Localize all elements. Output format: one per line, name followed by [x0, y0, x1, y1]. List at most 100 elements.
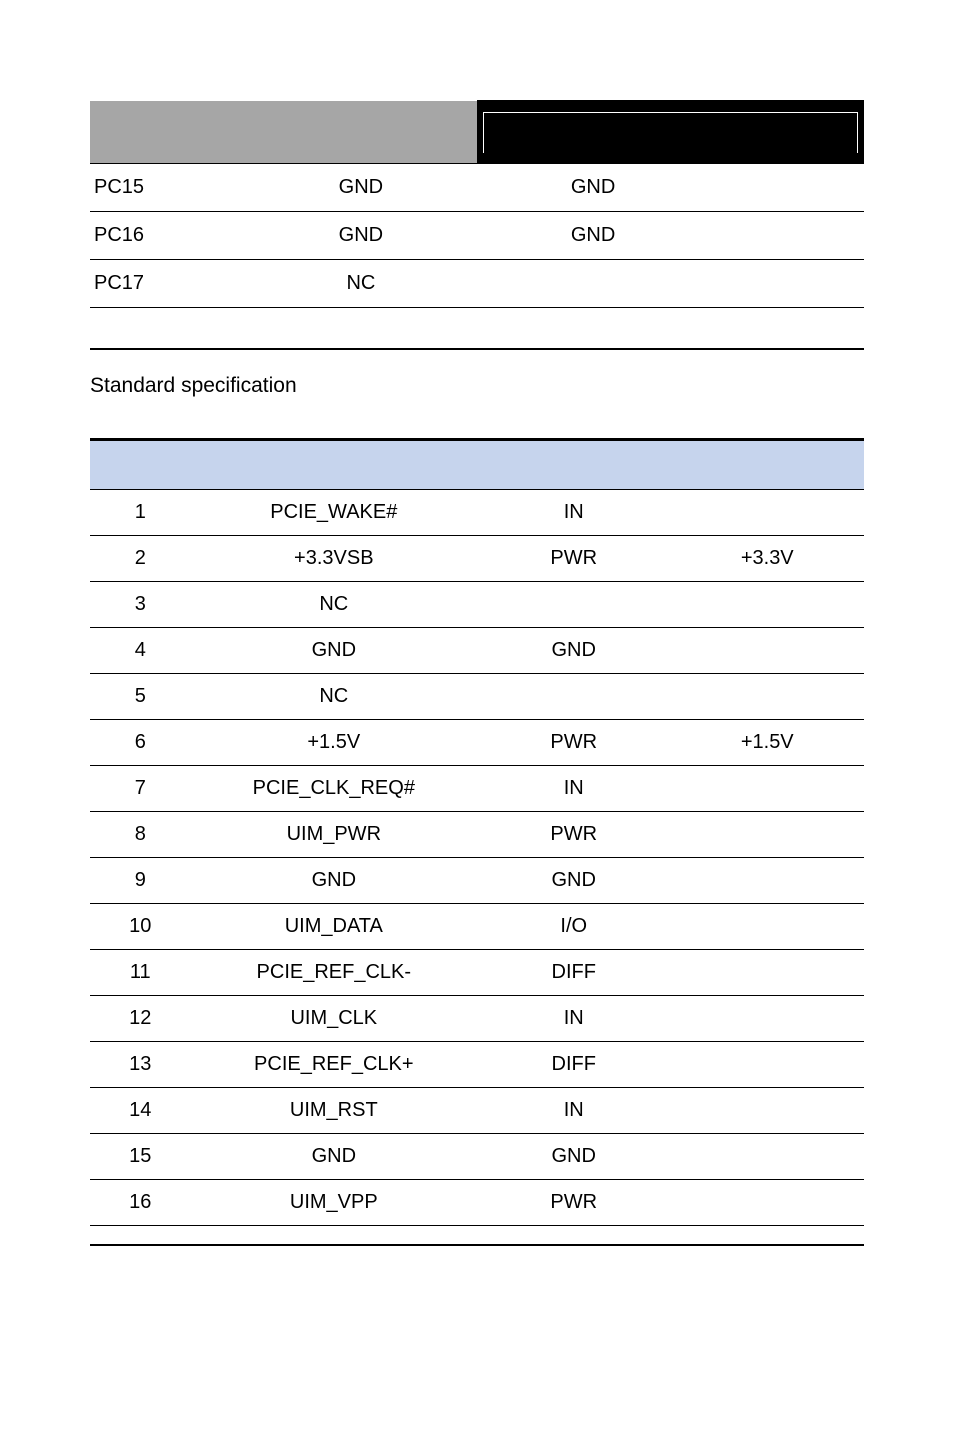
cell-val3 — [709, 211, 864, 259]
table-row: 16UIM_VPPPWR — [90, 1180, 864, 1226]
cell-pin: 14 — [90, 1088, 191, 1134]
table-row: 1PCIE_WAKE#IN — [90, 490, 864, 536]
table-row: 10UIM_DATAI/O — [90, 904, 864, 950]
cell-type: GND — [477, 628, 671, 674]
cell-pin: 13 — [90, 1042, 191, 1088]
cell-volt — [670, 1180, 864, 1226]
cell-pin: 3 — [90, 582, 191, 628]
cell-type: GND — [477, 1134, 671, 1180]
cell-pin: 4 — [90, 628, 191, 674]
table2-head-type — [477, 440, 671, 490]
cell-volt — [670, 1134, 864, 1180]
cell-type: IN — [477, 996, 671, 1042]
table-row: 15GNDGND — [90, 1134, 864, 1180]
cell-signal: UIM_VPP — [191, 1180, 477, 1226]
cell-signal: PCIE_REF_CLK- — [191, 950, 477, 996]
divider — [90, 348, 864, 350]
cell-type: IN — [477, 1088, 671, 1134]
cell-type: DIFF — [477, 1042, 671, 1088]
cell-volt — [670, 766, 864, 812]
cell-volt — [670, 490, 864, 536]
cell-signal: UIM_PWR — [191, 812, 477, 858]
cell-type: DIFF — [477, 950, 671, 996]
cell-pin: 6 — [90, 720, 191, 766]
table-row: 4GNDGND — [90, 628, 864, 674]
table2-head-signal — [191, 440, 477, 490]
table-row: 3NC — [90, 582, 864, 628]
table-row: 6+1.5VPWR+1.5V — [90, 720, 864, 766]
table-row: 2+3.3VSBPWR+3.3V — [90, 536, 864, 582]
table-row: 7PCIE_CLK_REQ#IN — [90, 766, 864, 812]
cell-type — [477, 582, 671, 628]
cell-val3 — [709, 163, 864, 211]
cell-signal: NC — [191, 674, 477, 720]
table-row: PC17 NC — [90, 259, 864, 307]
cell-id: PC16 — [90, 211, 245, 259]
cell-volt — [670, 674, 864, 720]
table2-head-pin — [90, 440, 191, 490]
table2-header-row — [90, 440, 864, 490]
cell-type: PWR — [477, 720, 671, 766]
cell-signal: +3.3VSB — [191, 536, 477, 582]
cell-signal: GND — [191, 1134, 477, 1180]
table1-header-row — [90, 101, 864, 163]
cell-pin: 1 — [90, 490, 191, 536]
cell-volt — [670, 1088, 864, 1134]
divider — [90, 1244, 864, 1246]
cell-signal: GND — [191, 628, 477, 674]
cell-pin: 9 — [90, 858, 191, 904]
table-row: PC15 GND GND — [90, 163, 864, 211]
cell-type: IN — [477, 490, 671, 536]
cell-volt: +1.5V — [670, 720, 864, 766]
table-row: 13PCIE_REF_CLK+DIFF — [90, 1042, 864, 1088]
cell-volt — [670, 628, 864, 674]
cell-signal: UIM_CLK — [191, 996, 477, 1042]
table-row: PC16 GND GND — [90, 211, 864, 259]
table-row: 12UIM_CLKIN — [90, 996, 864, 1042]
cell-volt — [670, 812, 864, 858]
table1-header-right — [477, 101, 864, 163]
table-row: 8UIM_PWRPWR — [90, 812, 864, 858]
cell-val2 — [477, 259, 709, 307]
cell-pin: 15 — [90, 1134, 191, 1180]
cell-signal: PCIE_REF_CLK+ — [191, 1042, 477, 1088]
cell-val1: NC — [245, 259, 477, 307]
table-row: 14UIM_RSTIN — [90, 1088, 864, 1134]
cell-volt: +3.3V — [670, 536, 864, 582]
cell-volt — [670, 582, 864, 628]
cell-signal: UIM_DATA — [191, 904, 477, 950]
cell-type: IN — [477, 766, 671, 812]
section-title: Standard specification — [90, 374, 864, 398]
cell-signal: GND — [191, 858, 477, 904]
cell-pin: 12 — [90, 996, 191, 1042]
cell-volt — [670, 996, 864, 1042]
cell-type: I/O — [477, 904, 671, 950]
cell-type: PWR — [477, 536, 671, 582]
cell-type: PWR — [477, 812, 671, 858]
table-row: 9GNDGND — [90, 858, 864, 904]
cell-type: PWR — [477, 1180, 671, 1226]
cell-signal: UIM_RST — [191, 1088, 477, 1134]
cell-pin: 8 — [90, 812, 191, 858]
cell-pin: 2 — [90, 536, 191, 582]
cell-id: PC17 — [90, 259, 245, 307]
cell-signal: NC — [191, 582, 477, 628]
cell-pin: 16 — [90, 1180, 191, 1226]
cell-volt — [670, 1042, 864, 1088]
table-row: 11PCIE_REF_CLK-DIFF — [90, 950, 864, 996]
cell-id: PC15 — [90, 163, 245, 211]
cell-pin: 7 — [90, 766, 191, 812]
cell-val2: GND — [477, 163, 709, 211]
cell-val2: GND — [477, 211, 709, 259]
cell-val1: GND — [245, 163, 477, 211]
cell-volt — [670, 858, 864, 904]
cell-signal: PCIE_WAKE# — [191, 490, 477, 536]
cell-val3 — [709, 259, 864, 307]
cell-val1: GND — [245, 211, 477, 259]
cell-pin: 11 — [90, 950, 191, 996]
cell-type — [477, 674, 671, 720]
table2-head-volt — [670, 440, 864, 490]
pin-spec-table: 1PCIE_WAKE#IN 2+3.3VSBPWR+3.3V 3NC 4GNDG… — [90, 439, 864, 1227]
table1-header-left — [90, 101, 477, 163]
cell-volt — [670, 904, 864, 950]
